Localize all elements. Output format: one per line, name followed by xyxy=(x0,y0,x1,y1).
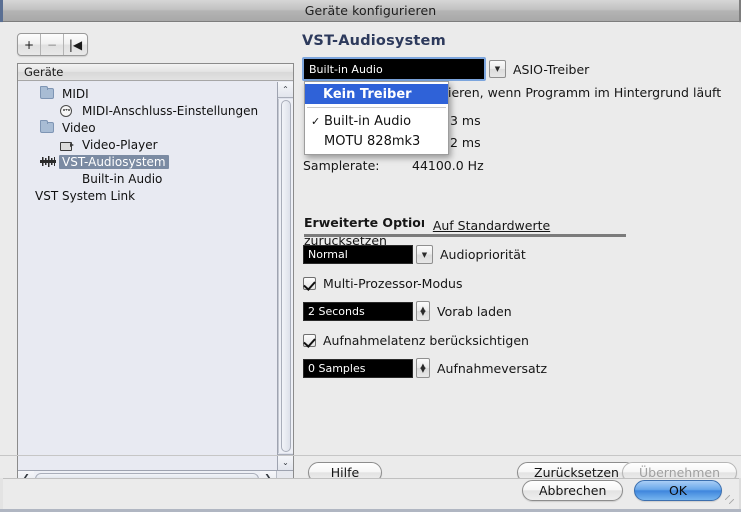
cancel-button[interactable]: Abbrechen xyxy=(522,480,624,501)
advanced-options-title: Erweiterte Optionen xyxy=(304,215,424,230)
configure-devices-dialog: Geräte konfigurieren + − |◀ Geräte MIDI xyxy=(0,0,741,512)
audio-priority-combo[interactable]: Normal ▼ Audiopriorität xyxy=(303,245,526,264)
device-tree-header-label: Geräte xyxy=(24,65,64,79)
preload-label: Vorab laden xyxy=(437,303,512,319)
tree-item-vst-system-link[interactable]: VST System Link xyxy=(18,187,278,204)
record-latency-checkbox[interactable] xyxy=(303,334,316,347)
preload-field-group[interactable]: 2 Seconds ▲ ▼ Vorab laden xyxy=(303,301,512,321)
page-title: VST-Audiosystem xyxy=(302,33,446,49)
input-latency-value: 3 ms xyxy=(450,113,481,128)
menu-item-built-in-audio[interactable]: ✓ Built-in Audio xyxy=(305,111,448,131)
background-processing-label: ieren, wenn Programm im Hintergrund läuf… xyxy=(448,85,722,100)
multi-processor-mode-label: Multi-Prozessor-Modus xyxy=(323,276,463,291)
tree-scroll-track[interactable] xyxy=(278,99,293,453)
menu-item-motu-828mk3[interactable]: MOTU 828mk3 xyxy=(305,131,448,151)
tree-item-label: VST-Audiosystem xyxy=(59,154,169,169)
samplerate-value: 44100.0 Hz xyxy=(412,158,484,173)
footer-divider xyxy=(0,455,741,456)
audio-priority-label: Audiopriorität xyxy=(440,247,526,262)
tree-item-vst-audiosystem[interactable]: VST-Audiosystem xyxy=(18,153,278,170)
tree-item-label: Video xyxy=(62,120,96,135)
tree-item-label: MIDI xyxy=(62,86,89,101)
preload-value[interactable]: 2 Seconds xyxy=(303,301,413,321)
midi-port-icon xyxy=(60,104,76,117)
remove-device-button[interactable]: − xyxy=(41,34,64,55)
advanced-options-divider xyxy=(304,234,626,237)
dialog-footer xyxy=(3,478,739,509)
device-toolbar: + − |◀ xyxy=(17,33,88,56)
tree-item-video[interactable]: Video xyxy=(18,119,278,136)
advanced-options-header: Erweiterte Optionen Auf Standardwerte zu… xyxy=(304,215,630,248)
dialog-content: + − |◀ Geräte MIDI MIDI-Anschluss-Einste… xyxy=(0,23,741,488)
menu-item-label: Kein Treiber xyxy=(323,86,412,102)
resize-grip-icon[interactable] xyxy=(725,495,738,508)
menu-item-kein-treiber[interactable]: Kein Treiber xyxy=(305,84,448,104)
menu-separator xyxy=(307,107,446,108)
multi-processor-mode-row[interactable]: Multi-Prozessor-Modus xyxy=(303,276,462,291)
audio-device-icon xyxy=(40,156,56,167)
multi-processor-mode-checkbox[interactable] xyxy=(303,277,316,290)
device-tree-header: Geräte xyxy=(18,64,293,81)
tree-item-label: MIDI-Anschluss-Einstellungen xyxy=(82,103,259,118)
tree-item-built-in-audio[interactable]: Built-in Audio xyxy=(18,170,278,187)
preload-stepper[interactable]: ▲ ▼ xyxy=(416,301,430,321)
tree-scroll-thumb[interactable] xyxy=(281,100,291,452)
window-title: Geräte konfigurieren xyxy=(304,3,437,18)
record-latency-label: Aufnahmelatenz berücksichtigen xyxy=(323,333,529,348)
asio-driver-dropdown-menu[interactable]: Kein Treiber ✓ Built-in Audio MOTU 828mk… xyxy=(304,81,449,155)
folder-icon xyxy=(40,86,56,99)
record-shift-label: Aufnahmeversatz xyxy=(437,360,548,376)
output-latency-value: 2 ms xyxy=(450,135,481,150)
audio-priority-value[interactable]: Normal xyxy=(303,245,413,264)
record-latency-row[interactable]: Aufnahmelatenz berücksichtigen xyxy=(303,333,529,348)
tree-item-midi[interactable]: MIDI xyxy=(18,85,278,102)
tree-item-video-player[interactable]: Video-Player xyxy=(18,136,278,153)
tree-item-label: Video-Player xyxy=(82,137,158,152)
device-tree-panel: Geräte MIDI MIDI-Anschluss-Einstellungen… xyxy=(17,63,294,488)
asio-driver-combo[interactable]: Built-in Audio ▼ ASIO-Treiber xyxy=(302,57,589,81)
scroll-down-arrow-icon[interactable]: ⌄ xyxy=(278,454,293,470)
reset-device-button[interactable]: |◀ xyxy=(64,34,87,55)
menu-item-label: Built-in Audio xyxy=(324,113,412,129)
menu-item-label: MOTU 828mk3 xyxy=(324,133,421,149)
asio-driver-value[interactable]: Built-in Audio xyxy=(305,60,483,78)
camera-icon xyxy=(60,140,76,151)
title-bar[interactable]: Geräte konfigurieren xyxy=(0,0,741,22)
asio-driver-label: ASIO-Treiber xyxy=(513,61,590,77)
chevron-down-icon[interactable]: ▼ xyxy=(416,245,433,264)
vst-audio-system-pane: VST-Audiosystem Built-in Audio ▼ ASIO-Tr… xyxy=(300,33,728,451)
ok-button[interactable]: OK xyxy=(634,480,722,501)
stepper-down-icon[interactable]: ▼ xyxy=(420,366,425,373)
stepper-down-icon[interactable]: ▼ xyxy=(420,309,425,316)
scroll-up-arrow-icon[interactable]: ⌃ xyxy=(278,82,293,98)
record-shift-field-group[interactable]: 0 Samples ▲ ▼ Aufnahmeversatz xyxy=(303,358,547,378)
device-tree-body[interactable]: MIDI MIDI-Anschluss-Einstellungen Video … xyxy=(18,82,278,470)
tree-item-label: Built-in Audio xyxy=(82,171,163,186)
asio-driver-focus-ring: Built-in Audio xyxy=(302,57,486,81)
tree-item-midi-port-setup[interactable]: MIDI-Anschluss-Einstellungen xyxy=(18,102,278,119)
tree-vertical-scrollbar[interactable]: ⌃ ⌄ xyxy=(277,82,293,470)
record-shift-value[interactable]: 0 Samples xyxy=(303,358,413,378)
record-shift-stepper[interactable]: ▲ ▼ xyxy=(416,358,430,378)
check-icon: ✓ xyxy=(311,114,321,128)
add-device-button[interactable]: + xyxy=(18,34,41,55)
folder-icon xyxy=(40,120,56,133)
chevron-down-icon[interactable]: ▼ xyxy=(489,60,506,78)
samplerate-label: Samplerate: xyxy=(303,158,380,173)
tree-item-label: VST System Link xyxy=(35,188,136,203)
